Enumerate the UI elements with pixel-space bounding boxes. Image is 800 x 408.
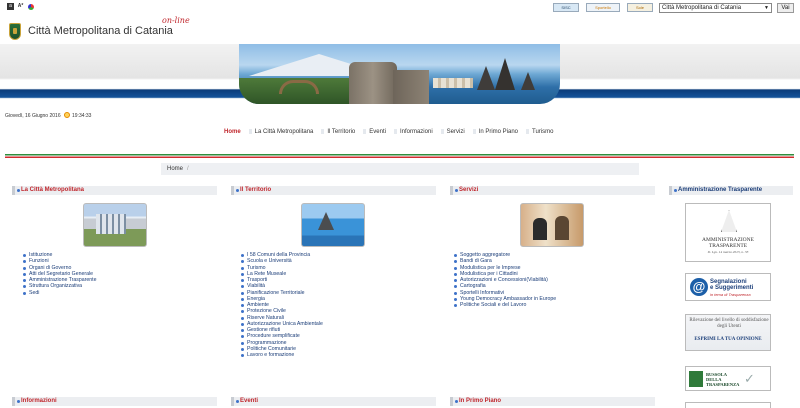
vai-button[interactable]: Vai: [777, 3, 794, 13]
territorio-image[interactable]: [301, 203, 365, 247]
nav-home[interactable]: Home: [218, 127, 249, 137]
banner-line: TRASPARENZA: [706, 382, 740, 387]
banner-text: AMMINISTRAZIONE TRASPARENTE: [686, 237, 770, 249]
nav-eventi[interactable]: Eventi: [363, 127, 394, 137]
banner-text: Rilevazione del livello di soddisfazione…: [689, 318, 769, 329]
list-item[interactable]: Sedi: [23, 290, 96, 296]
city-select[interactable]: Città Metropolitana di Catania ▼: [659, 3, 772, 13]
check-icon: ✓: [744, 371, 755, 386]
text-size-large-button[interactable]: A*: [17, 3, 24, 10]
breadcrumb-separator: /: [187, 166, 189, 172]
banner-line: TRASPARENTE: [708, 243, 748, 249]
compass-icon: [721, 210, 737, 232]
sportello-logo-link[interactable]: Sportello: [586, 3, 620, 12]
section-title-citta[interactable]: La Città Metropolitana: [12, 186, 217, 195]
current-date: Giovedì, 16 Giugno 2016: [5, 113, 61, 119]
sole-logo-link[interactable]: Sole: [627, 3, 653, 12]
citta-links: Istituzione Funzioni Organi di Governo A…: [23, 252, 96, 296]
banner-subtext: D. Lgs. 14 marzo 2013, n. 33: [707, 250, 749, 254]
section-title-primo-piano[interactable]: In Primo Piano: [450, 397, 655, 406]
current-time: 19:34:33: [72, 113, 92, 119]
banner-subtext: in tema di Trasparenza: [710, 292, 751, 297]
bussola-icon: [689, 371, 703, 387]
banner-text: BUSSOLA DELLA TRASPARENZA: [706, 372, 739, 387]
nav-servizi[interactable]: Servizi: [440, 127, 473, 137]
main-nav: Home La Città Metropolitana Il Territori…: [218, 127, 561, 137]
nav-citta-metropolitana[interactable]: La Città Metropolitana: [248, 127, 322, 137]
site-title[interactable]: Città Metropolitana di Catania on-line: [28, 16, 190, 37]
nav-turismo[interactable]: Turismo: [526, 127, 561, 137]
at-sign-icon: @: [690, 278, 708, 296]
clock-icon: [64, 112, 70, 118]
banner-line: e Suggerimenti: [710, 285, 754, 291]
banner-text: Segnalazioni e Suggerimenti: [710, 279, 753, 291]
servizi-image[interactable]: [520, 203, 584, 247]
online-tag: on-line: [162, 16, 190, 25]
section-title-servizi[interactable]: Servizi: [450, 186, 655, 195]
section-title-territorio[interactable]: Il Territorio: [231, 186, 436, 195]
list-item[interactable]: Politiche Sociali e del Lavoro: [454, 302, 556, 308]
city-select-value: Città Metropolitana di Catania: [662, 5, 742, 11]
nav-territorio[interactable]: Il Territorio: [321, 127, 363, 137]
servizi-links: Soggetto aggregatore Bandi di Gara Modul…: [454, 252, 556, 308]
chevron-down-icon: ▼: [764, 5, 769, 11]
sidebar-title[interactable]: Amministrazione Trasparente: [669, 186, 793, 195]
citta-image[interactable]: [83, 203, 147, 247]
nav-primo-piano[interactable]: In Primo Piano: [472, 127, 526, 137]
bussola-banner[interactable]: BUSSOLA DELLA TRASPARENZA ✓: [685, 366, 771, 391]
territorio-links: I 58 Comuni della Provincia Scuola e Uni…: [241, 252, 323, 358]
crest-icon[interactable]: [9, 23, 21, 40]
list-item[interactable]: Lavoro e formazione: [241, 352, 323, 358]
nav-informazioni[interactable]: Informazioni: [393, 127, 441, 137]
rilevazione-banner[interactable]: Rilevazione del livello di soddisfazione…: [685, 314, 771, 351]
banner-image: [239, 44, 560, 104]
text-size-small-button[interactable]: a: [7, 3, 14, 10]
tricolor-divider: [5, 154, 794, 158]
top-bar: a A* SISC Sportello Sole Città Metropoli…: [0, 0, 800, 14]
segnalazioni-banner[interactable]: @ Segnalazioni e Suggerimenti in tema di…: [685, 273, 771, 301]
color-contrast-button[interactable]: [27, 3, 34, 10]
color-wheel-icon: [27, 4, 34, 10]
section-title-eventi[interactable]: Eventi: [231, 397, 436, 406]
amministrazione-trasparente-banner[interactable]: AMMINISTRAZIONE TRASPARENTE D. Lgs. 14 m…: [685, 203, 771, 262]
sisc-logo-link[interactable]: SISC: [553, 3, 579, 12]
breadcrumb: Home /: [161, 163, 639, 175]
breadcrumb-home[interactable]: Home: [167, 166, 183, 172]
sidebar-banner[interactable]: [685, 402, 771, 408]
section-title-informazioni[interactable]: Informazioni: [12, 397, 217, 406]
site-title-text: Città Metropolitana di Catania: [28, 25, 173, 37]
banner-cta: ESPRIMI LA TUA OPINIONE: [694, 337, 762, 342]
